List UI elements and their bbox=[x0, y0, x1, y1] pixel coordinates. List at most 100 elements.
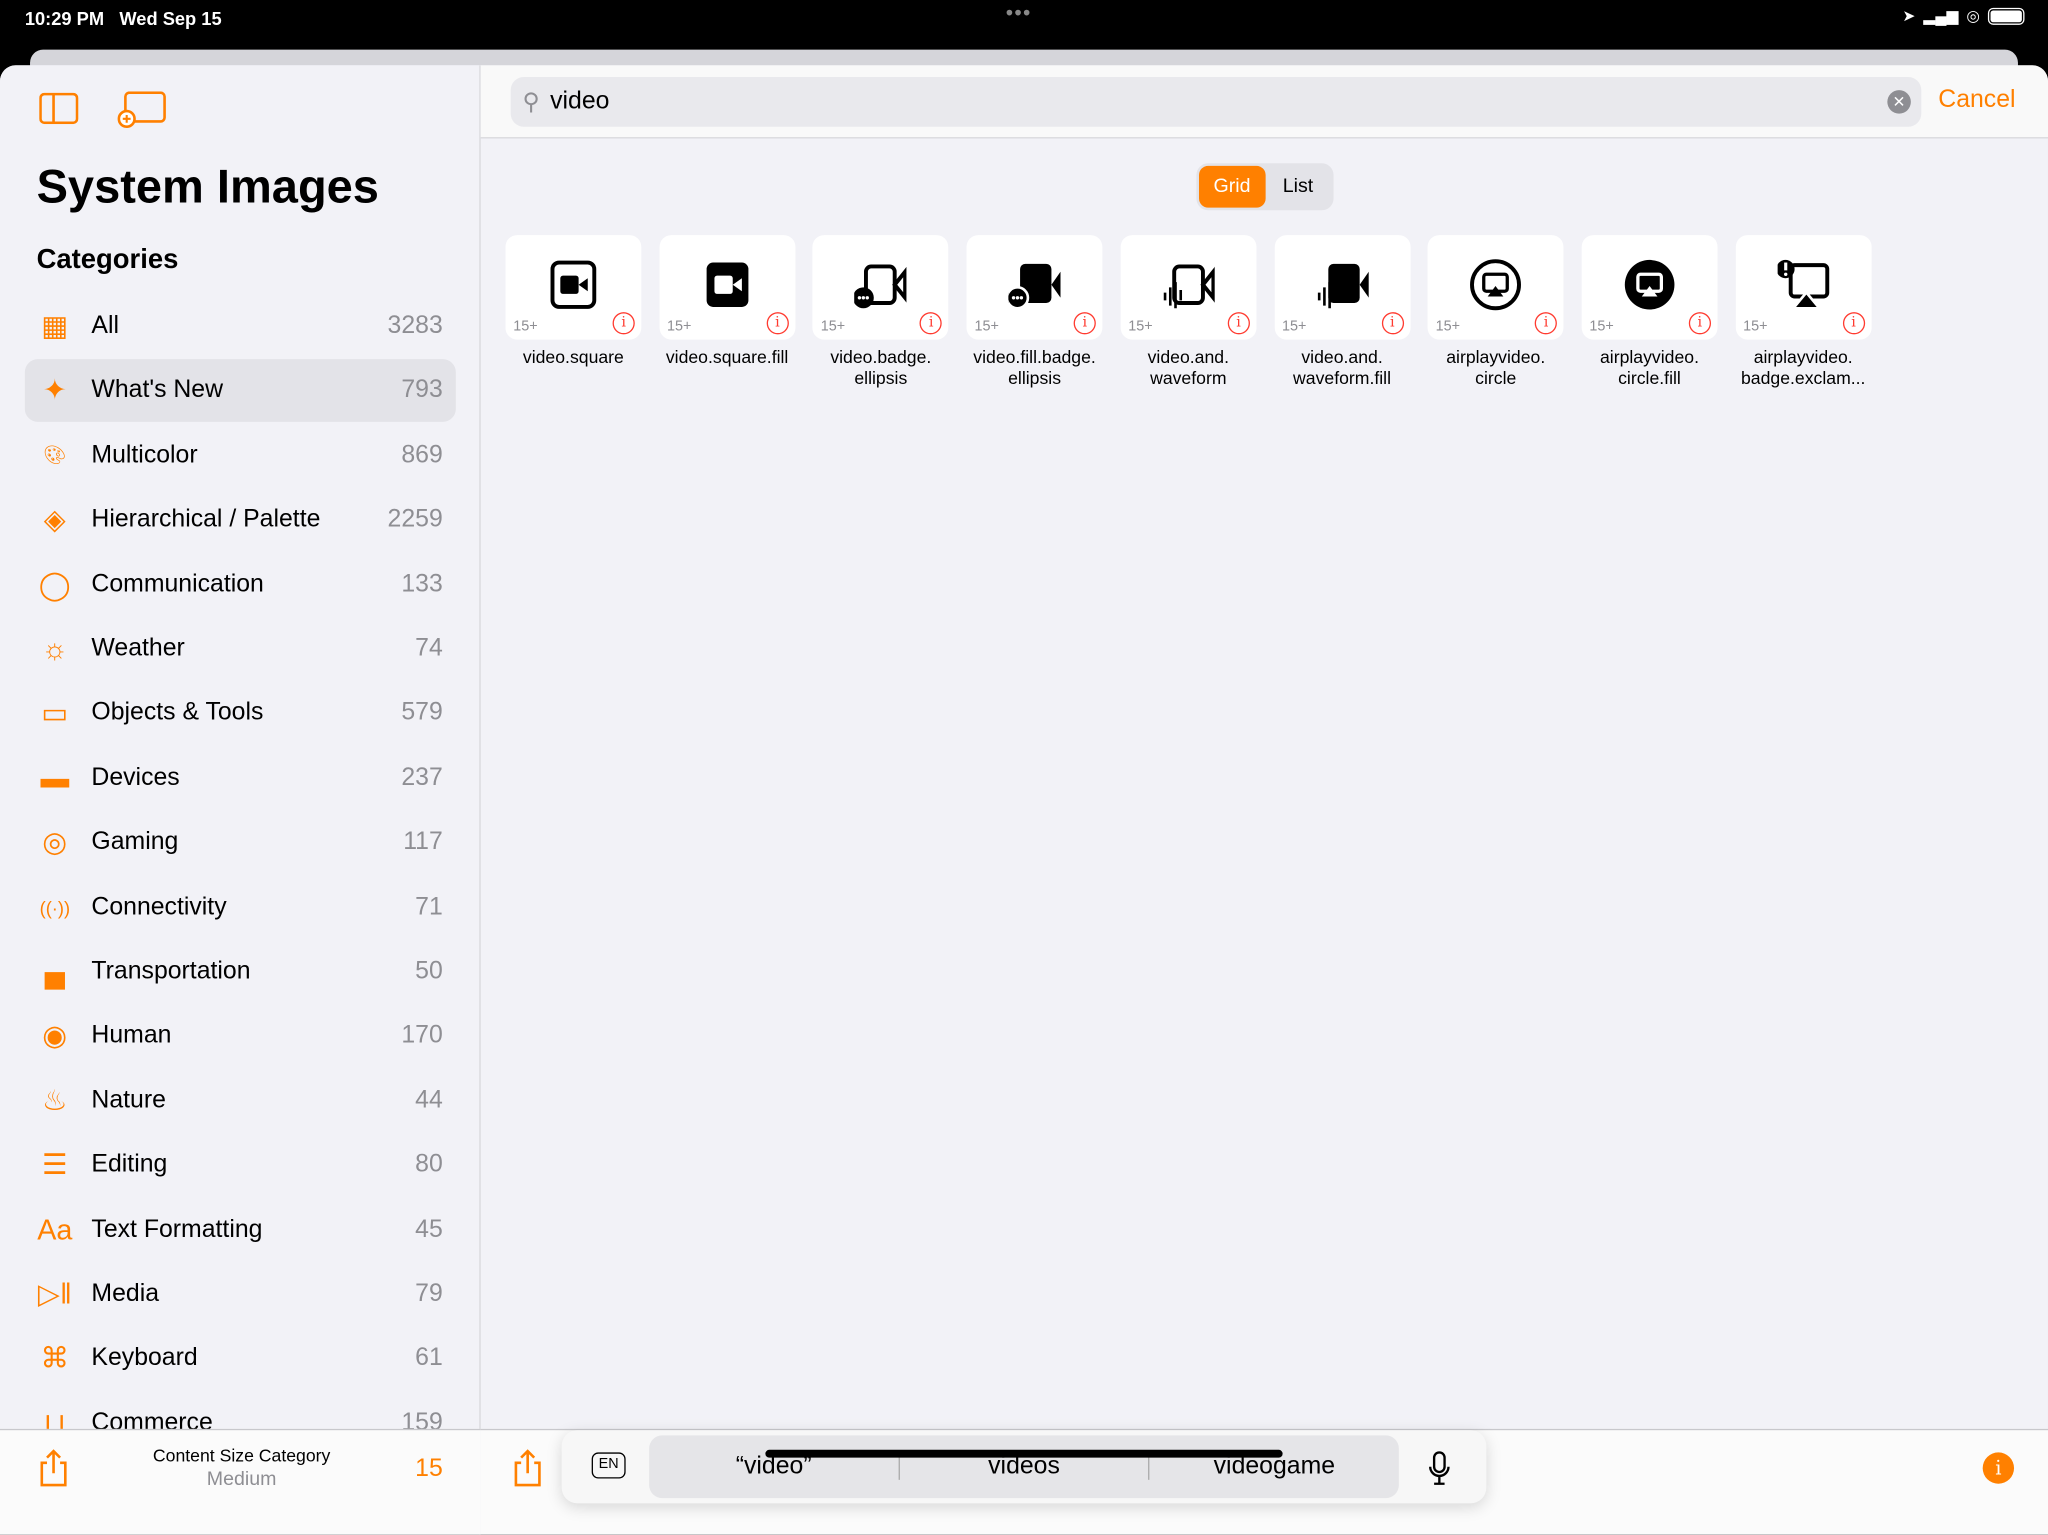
sidebar-item-communication[interactable]: ◯ Communication 133 bbox=[25, 553, 456, 616]
location-icon: ➤ bbox=[1902, 6, 1916, 25]
symbol-tile[interactable]: 15+ i bbox=[1274, 235, 1410, 340]
sidebar-item-keyboard[interactable]: ⌘ Keyboard 61 bbox=[25, 1328, 456, 1391]
info-icon[interactable]: i bbox=[1688, 312, 1711, 335]
section-header: Categories bbox=[36, 244, 179, 275]
symbol-tile[interactable]: 15+ i bbox=[1735, 235, 1872, 340]
sidebar-item-weather[interactable]: ☼ Weather 74 bbox=[25, 618, 456, 681]
sparkles-icon: ✦ bbox=[42, 374, 67, 407]
sidebar-item-label: Hierarchical / Palette bbox=[91, 505, 321, 534]
content-size-count: 15 bbox=[415, 1455, 443, 1483]
info-icon[interactable]: i bbox=[1381, 312, 1404, 335]
content-size-category[interactable]: Content Size Category Medium bbox=[104, 1446, 378, 1490]
status-bar: 10:29 PM Wed Sep 15 ••• ➤ ▂▄▆ ◎ bbox=[0, 0, 2048, 50]
language-key[interactable]: EN bbox=[591, 1452, 626, 1479]
clear-search-icon[interactable]: ✕ bbox=[1887, 90, 1911, 114]
tab-grid[interactable]: Grid bbox=[1199, 165, 1265, 208]
sidebar-item-count: 117 bbox=[403, 828, 443, 856]
car-icon: ▄ bbox=[44, 954, 66, 988]
sidebar-item-multicolor[interactable]: 🎨︎ Multicolor 869 bbox=[25, 424, 456, 487]
info-icon[interactable]: i bbox=[1227, 312, 1250, 335]
symbol-preview-icon bbox=[706, 262, 748, 307]
sidebar-footer: Content Size Category Medium 15 bbox=[0, 1428, 481, 1535]
square-stack-3d-icon: ◈ bbox=[43, 503, 66, 536]
symbol-name: airplayvideo. badge.exclam... bbox=[1740, 347, 1866, 388]
sidebar-item-label: What's New bbox=[91, 376, 224, 405]
symbol-preview-icon bbox=[1008, 263, 1061, 310]
sidebar-item-label: Nature bbox=[91, 1086, 166, 1114]
sidebar-item-label: Gaming bbox=[91, 828, 179, 856]
symbol-name: video.badge. ellipsis bbox=[830, 347, 932, 388]
sidebar-item-all[interactable]: ▦ All 3283 bbox=[25, 295, 456, 358]
symbol-preview-icon bbox=[1777, 259, 1829, 310]
symbol-tile[interactable]: 15+ i bbox=[966, 235, 1103, 340]
sidebar-item-objects-tools[interactable]: ▭ Objects & Tools 579 bbox=[25, 682, 456, 745]
symbol-preview-icon bbox=[1163, 264, 1215, 309]
search-icon: ⚲ bbox=[522, 88, 540, 115]
symbol-card[interactable]: 15+ i video.and. waveform bbox=[1120, 235, 1257, 389]
search-header: ⚲ ✕ Cancel bbox=[480, 65, 2048, 139]
sidebar-item-human[interactable]: ◉ Human 170 bbox=[25, 1005, 456, 1068]
info-icon[interactable]: i bbox=[1982, 1452, 2015, 1484]
symbol-card[interactable]: 15+ i airplayvideo. circle bbox=[1427, 235, 1564, 389]
info-icon[interactable]: i bbox=[1073, 312, 1096, 335]
sidebar-item-hierarchical-palette[interactable]: ◈ Hierarchical / Palette 2259 bbox=[25, 489, 456, 552]
paintpalette-icon: 🎨︎ bbox=[43, 444, 67, 466]
sidebar-item-count: 237 bbox=[401, 763, 443, 792]
symbol-name: video.fill.badge. ellipsis bbox=[973, 347, 1096, 388]
sidebar-item-label: Weather bbox=[91, 634, 185, 663]
content-size-label: Content Size Category bbox=[152, 1445, 331, 1466]
symbol-card[interactable]: 15+ i airplayvideo. badge.exclam... bbox=[1735, 235, 1872, 389]
tab-list[interactable]: List bbox=[1265, 166, 1331, 208]
sidebar-item-devices[interactable]: ▬ Devices 237 bbox=[25, 747, 456, 810]
keyboard-suggestion-bar: EN “video” videos videogame bbox=[561, 1430, 1487, 1504]
symbol-card[interactable]: 15+ i video.and. waveform.fill bbox=[1274, 235, 1410, 389]
search-field[interactable]: ⚲ ✕ bbox=[510, 77, 1922, 127]
sidebar-item-nature[interactable]: ♨ Nature 44 bbox=[25, 1069, 456, 1132]
symbol-name: video.square.fill bbox=[665, 347, 789, 368]
symbol-card[interactable]: 15+ i video.fill.badge. ellipsis bbox=[966, 235, 1103, 389]
symbol-tile[interactable]: 15+ i bbox=[659, 235, 796, 340]
sidebar-item-gaming[interactable]: ◎ Gaming 117 bbox=[25, 811, 456, 874]
folder-icon: ▭ bbox=[41, 696, 69, 730]
sidebar-item-transportation[interactable]: ▄ Transportation 50 bbox=[25, 940, 456, 1003]
symbol-tile[interactable]: 15+ i bbox=[1120, 235, 1257, 340]
sidebar-item-count: 79 bbox=[415, 1279, 443, 1308]
symbol-card[interactable]: 15+ i video.square bbox=[505, 235, 642, 368]
sidebar-item-label: Media bbox=[91, 1279, 160, 1308]
share-icon[interactable] bbox=[39, 1448, 68, 1487]
info-icon[interactable]: i bbox=[1842, 312, 1865, 335]
sidebar-item-label: Transportation bbox=[91, 957, 251, 985]
sidebar-toggle-icon[interactable] bbox=[39, 92, 79, 125]
info-icon[interactable]: i bbox=[766, 312, 789, 335]
search-input[interactable] bbox=[550, 87, 1857, 117]
info-icon[interactable]: i bbox=[612, 312, 635, 335]
sidebar-item-what-s-new[interactable]: ✦ What's New 793 bbox=[24, 359, 456, 423]
suggestions: “video” videos videogame bbox=[649, 1435, 1399, 1499]
symbol-card[interactable]: 15+ i airplayvideo. circle.fill bbox=[1581, 235, 1718, 389]
min-version-label: 15+ bbox=[1128, 318, 1153, 335]
new-window-icon[interactable] bbox=[117, 91, 168, 128]
sidebar-item-count: 61 bbox=[415, 1344, 443, 1372]
square-grid-icon: ▦ bbox=[41, 309, 69, 343]
info-icon[interactable]: i bbox=[920, 312, 943, 335]
symbol-card[interactable]: 15+ i video.square.fill bbox=[659, 235, 796, 368]
sidebar-item-text-formatting[interactable]: Aa Text Formatting 45 bbox=[25, 1198, 456, 1261]
multitasking-dots-icon[interactable]: ••• bbox=[1006, 3, 1032, 27]
min-version-label: 15+ bbox=[820, 318, 846, 335]
share-icon[interactable] bbox=[513, 1448, 542, 1487]
min-version-label: 15+ bbox=[1435, 318, 1461, 335]
info-icon[interactable]: i bbox=[1534, 312, 1558, 335]
symbol-card[interactable]: 15+ i video.badge. ellipsis bbox=[812, 235, 949, 389]
microphone-icon[interactable] bbox=[1428, 1451, 1452, 1485]
symbol-tile[interactable]: 15+ i bbox=[1427, 235, 1564, 340]
sidebar-item-label: Communication bbox=[91, 570, 264, 598]
symbol-tile[interactable]: 15+ i bbox=[505, 235, 642, 340]
cancel-button[interactable]: Cancel bbox=[1938, 86, 2015, 115]
home-indicator[interactable] bbox=[765, 1449, 1283, 1458]
symbol-tile[interactable]: 15+ i bbox=[812, 235, 949, 340]
sidebar-item-label: Editing bbox=[91, 1150, 168, 1179]
sidebar-item-connectivity[interactable]: ((·)) Connectivity 71 bbox=[25, 876, 456, 939]
sidebar-item-media[interactable]: ▷‖ Media 79 bbox=[25, 1263, 456, 1326]
sidebar-item-editing[interactable]: ☰ Editing 80 bbox=[25, 1134, 456, 1197]
symbol-tile[interactable]: 15+ i bbox=[1581, 235, 1718, 340]
